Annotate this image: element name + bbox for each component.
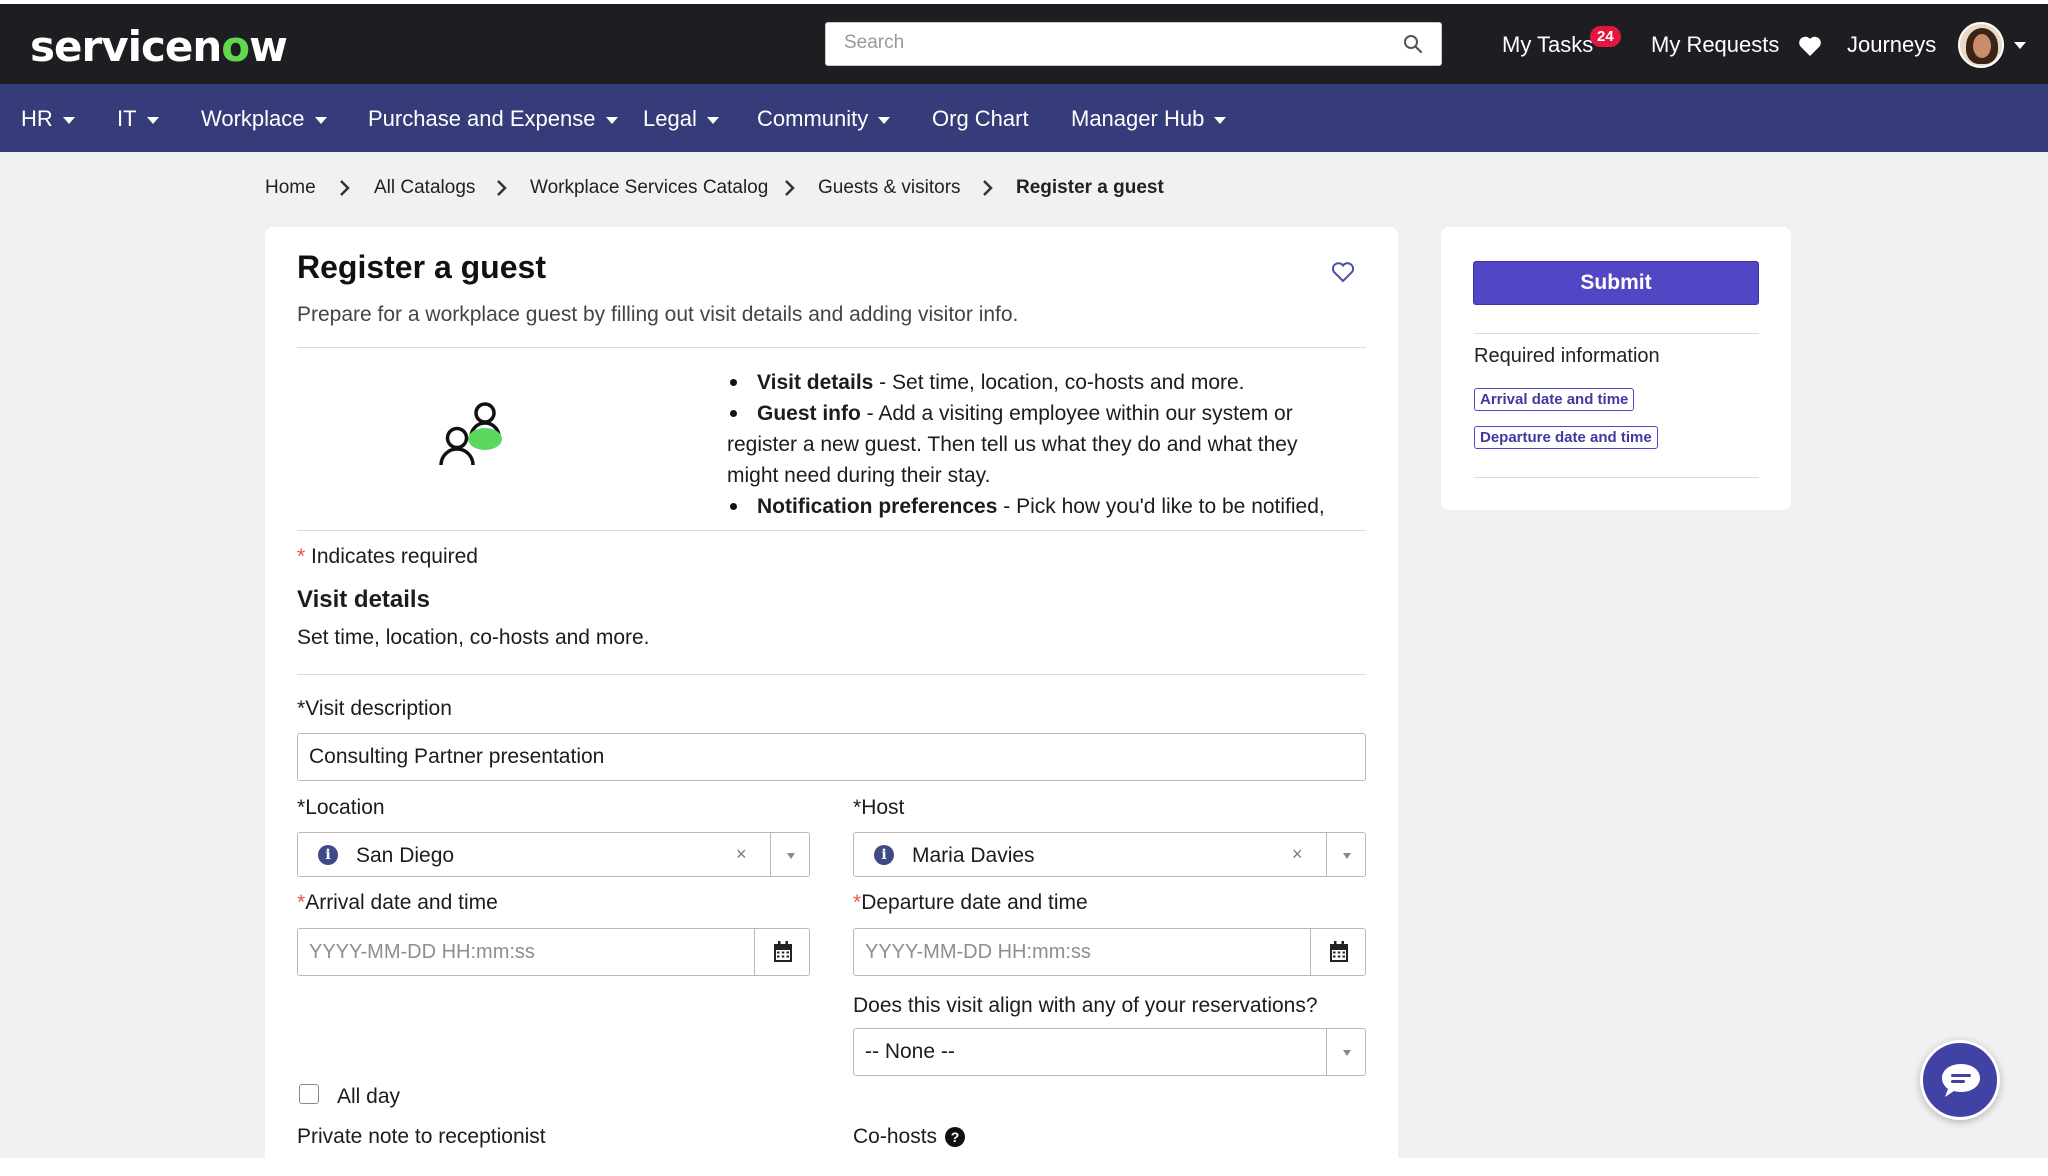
main-nav: HR IT Workplace Purchase and Expense Leg… xyxy=(0,84,2048,152)
breadcrumb-workplace-catalog[interactable]: Workplace Services Catalog xyxy=(530,177,768,199)
search-input[interactable] xyxy=(826,23,1386,63)
departure-field[interactable]: YYYY-MM-DD HH:mm:ss xyxy=(853,928,1366,976)
my-tasks-link[interactable]: My Tasks xyxy=(1502,32,1593,58)
list-item: Guest info - Add a visiting employee wit… xyxy=(727,398,1327,429)
breadcrumb-all-catalogs[interactable]: All Catalogs xyxy=(374,177,475,199)
visit-description-value: Consulting Partner presentation xyxy=(309,745,605,768)
reservation-value: -- None -- xyxy=(865,1040,955,1063)
chevron-down-icon xyxy=(146,116,159,124)
host-value: Maria Davies xyxy=(912,844,1035,867)
cohosts-label: Co-hosts? xyxy=(853,1125,966,1149)
divider xyxy=(1474,477,1759,478)
calendar-icon[interactable] xyxy=(1329,941,1349,963)
nav-hr[interactable]: HR xyxy=(21,106,75,132)
arrival-label: *Arrival date and time xyxy=(297,891,498,914)
host-label: *Host xyxy=(853,796,905,819)
bottom-edge xyxy=(0,1158,2048,1176)
chevron-down-icon[interactable] xyxy=(2014,42,2026,49)
form-subtitle: Prepare for a workplace guest by filling… xyxy=(297,303,1019,326)
nav-org-chart[interactable]: Org Chart xyxy=(932,106,1029,132)
chevron-right-icon xyxy=(785,180,795,196)
departure-placeholder: YYYY-MM-DD HH:mm:ss xyxy=(865,941,1091,963)
heart-icon[interactable] xyxy=(1798,35,1822,57)
list-item: Visit details - Set time, location, co-h… xyxy=(727,367,1327,398)
intro-list: Visit details - Set time, location, co-h… xyxy=(727,367,1327,522)
location-field[interactable]: i San Diego × xyxy=(297,832,810,877)
section-title: Visit details xyxy=(297,586,430,613)
form-title: Register a guest xyxy=(297,249,546,285)
all-day-checkbox[interactable] xyxy=(299,1084,319,1104)
info-icon[interactable]: i xyxy=(874,845,894,865)
info-icon[interactable]: i xyxy=(318,845,338,865)
divider xyxy=(1474,333,1759,334)
list-item-continuation: might need during their stay. xyxy=(727,464,991,487)
required-chip-arrival[interactable]: Arrival date and time xyxy=(1474,388,1635,411)
divider xyxy=(297,674,1366,675)
chevron-down-icon xyxy=(1214,116,1227,124)
chevron-down-icon xyxy=(706,116,719,124)
required-info-title: Required information xyxy=(1474,345,1660,367)
help-icon[interactable]: ? xyxy=(945,1127,966,1147)
submit-panel: Submit Required information Arrival date… xyxy=(1441,227,1791,510)
visit-description-label: *Visit description xyxy=(297,697,452,720)
arrival-field[interactable]: YYYY-MM-DD HH:mm:ss xyxy=(297,928,810,976)
divider xyxy=(297,347,1366,348)
list-item-continuation: register a new guest. Then tell us what … xyxy=(727,433,1298,456)
top-bar: servicenow My Tasks 24 My Requests Journ… xyxy=(0,0,2048,84)
chevron-down-icon xyxy=(314,116,327,124)
nav-purchase-expense[interactable]: Purchase and Expense xyxy=(368,106,618,132)
guests-illustration-icon xyxy=(439,402,502,466)
journeys-link[interactable]: Journeys xyxy=(1847,32,1936,58)
search-box xyxy=(825,22,1442,66)
nav-it[interactable]: IT xyxy=(117,106,159,132)
favorite-heart-icon[interactable] xyxy=(1331,261,1355,283)
all-day-label: All day xyxy=(337,1085,401,1108)
calendar-icon[interactable] xyxy=(773,941,793,963)
clear-icon[interactable]: × xyxy=(736,844,747,865)
host-field[interactable]: i Maria Davies × xyxy=(853,832,1366,877)
breadcrumb-guests-visitors[interactable]: Guests & visitors xyxy=(818,177,961,199)
chevron-down-icon[interactable] xyxy=(1343,853,1351,859)
my-requests-link[interactable]: My Requests xyxy=(1651,32,1779,58)
breadcrumb-home[interactable]: Home xyxy=(265,177,316,199)
required-chip-departure[interactable]: Departure date and time xyxy=(1474,426,1658,449)
avatar[interactable] xyxy=(1958,22,2004,68)
chevron-right-icon xyxy=(340,180,350,196)
chevron-down-icon xyxy=(62,116,75,124)
tasks-count-badge: 24 xyxy=(1590,26,1621,47)
visit-description-field[interactable]: Consulting Partner presentation xyxy=(297,733,1366,781)
form-card: Register a guest Prepare for a workplace… xyxy=(265,227,1398,1176)
section-description: Set time, location, co-hosts and more. xyxy=(297,626,650,649)
nav-community[interactable]: Community xyxy=(757,106,891,132)
chat-icon xyxy=(1942,1064,1980,1097)
breadcrumb-current: Register a guest xyxy=(1016,177,1164,198)
departure-label: *Departure date and time xyxy=(853,891,1088,914)
chevron-down-icon[interactable] xyxy=(1343,1050,1351,1056)
private-note-label: Private note to receptionist xyxy=(297,1125,546,1148)
chevron-down-icon[interactable] xyxy=(787,853,795,859)
location-label: *Location xyxy=(297,796,385,819)
clear-icon[interactable]: × xyxy=(1292,844,1303,865)
chevron-down-icon xyxy=(878,116,891,124)
arrival-placeholder: YYYY-MM-DD HH:mm:ss xyxy=(309,941,535,963)
servicenow-logo[interactable]: servicenow xyxy=(30,22,288,71)
list-item: Notification preferences - Pick how you'… xyxy=(727,491,1327,522)
submit-button[interactable]: Submit xyxy=(1473,261,1759,305)
chevron-down-icon xyxy=(605,116,618,124)
chat-button[interactable] xyxy=(1920,1040,2000,1120)
location-value: San Diego xyxy=(356,844,455,867)
chevron-right-icon xyxy=(983,180,993,196)
chevron-right-icon xyxy=(497,180,507,196)
nav-workplace[interactable]: Workplace xyxy=(201,106,327,132)
divider xyxy=(297,530,1366,531)
search-icon[interactable] xyxy=(1403,34,1423,54)
reservation-question: Does this visit align with any of your r… xyxy=(853,994,1318,1017)
nav-legal[interactable]: Legal xyxy=(643,106,719,132)
required-legend: * Indicates required xyxy=(297,545,478,568)
reservation-select[interactable]: -- None -- xyxy=(853,1028,1366,1076)
nav-manager-hub[interactable]: Manager Hub xyxy=(1071,106,1227,132)
